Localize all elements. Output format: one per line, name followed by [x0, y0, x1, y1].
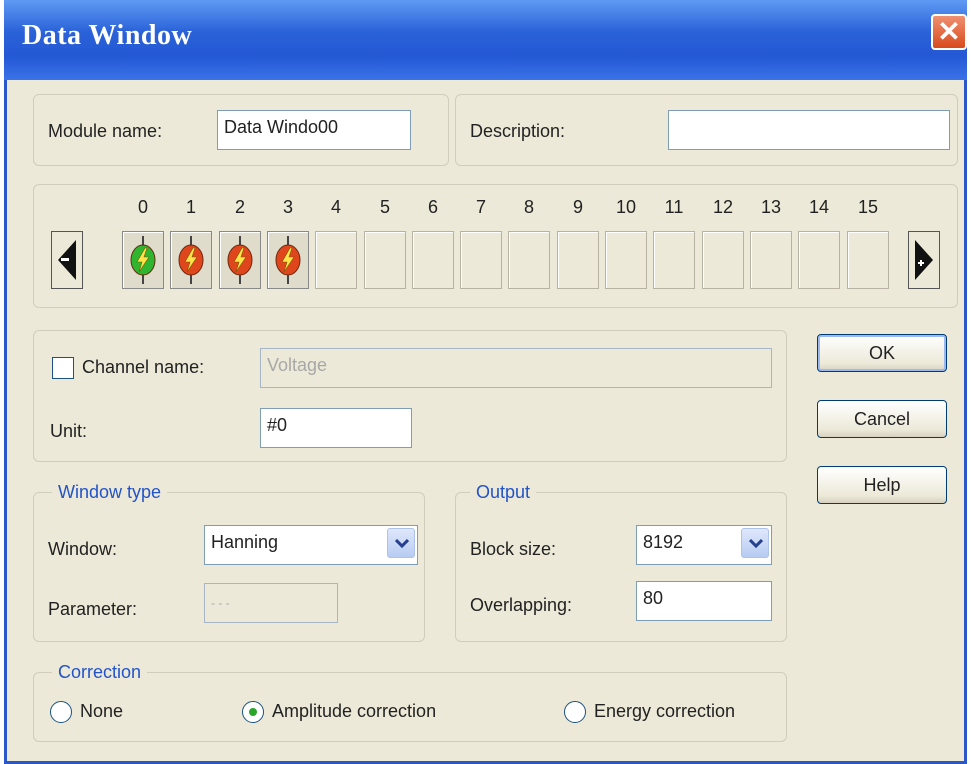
description-group: Description:: [455, 94, 958, 166]
block-size-dropdown-button[interactable]: [741, 528, 769, 558]
correction-legend: Correction: [52, 662, 148, 683]
module-name-group: Module name: Data Windo00: [33, 94, 449, 166]
channel-name-label: Channel name:: [82, 357, 205, 377]
output-group: Output Block size: 8192 Overlapping: 80: [455, 482, 787, 642]
channel-number-label: 14: [808, 197, 830, 217]
channel-slot-7[interactable]: [460, 231, 502, 289]
overlapping-input[interactable]: 80: [636, 581, 772, 621]
correction-energy-radio[interactable]: [564, 701, 586, 723]
unit-label: Unit:: [50, 421, 88, 441]
channel-slot-8[interactable]: [508, 231, 550, 289]
channel-slot-9[interactable]: [557, 231, 599, 289]
description-input[interactable]: [668, 110, 950, 150]
correction-energy-label: Energy correction: [594, 701, 736, 721]
window-type-legend: Window type: [52, 482, 168, 503]
channel-slot-14[interactable]: [798, 231, 840, 289]
channel-slot-2[interactable]: [219, 231, 261, 289]
channel-name-checkbox[interactable]: [52, 357, 74, 379]
channel-number-label: 9: [572, 197, 583, 217]
window-title: Data Window: [22, 20, 193, 51]
channel-name-input[interactable]: Voltage: [260, 348, 772, 388]
scroll-left-button[interactable]: [51, 231, 83, 289]
correction-none-label: None: [80, 701, 124, 721]
channel-slot-13[interactable]: [750, 231, 792, 289]
channel-slot-11[interactable]: [653, 231, 695, 289]
channel-slot-5[interactable]: [364, 231, 406, 289]
correction-amplitude-label: Amplitude correction: [272, 701, 437, 721]
channel-slot-12[interactable]: [702, 231, 744, 289]
channel-number-label: 6: [427, 197, 438, 217]
parameter-label: Parameter:: [48, 599, 138, 619]
chevron-down-icon: [395, 539, 409, 549]
window-select-value: Hanning: [211, 532, 279, 552]
window-label: Window:: [48, 539, 118, 559]
channel-slot-3[interactable]: [267, 231, 309, 289]
radio-selected-dot: [249, 708, 257, 716]
window-type-group: Window type Window: Hanning Parameter: -…: [33, 482, 425, 642]
channel-number-label: 11: [664, 197, 684, 217]
chevron-down-icon: [749, 539, 763, 549]
data-window-dialog: Data Window ✕ Module name: Data Windo00 …: [4, 0, 967, 764]
channel-strip-group: 0 1 2 3 4 5 6 7 8 9 10 11 12 13 14 15: [33, 184, 958, 308]
channel-slot-10[interactable]: [605, 231, 647, 289]
lightning-bolt-icon: [178, 236, 204, 284]
output-legend: Output: [470, 482, 537, 503]
channel-number-label: 5: [379, 197, 390, 217]
correction-none-radio[interactable]: [50, 701, 72, 723]
lightning-bolt-icon: [130, 236, 156, 284]
lightning-bolt-icon: [227, 236, 253, 284]
ok-button[interactable]: OK: [817, 334, 947, 372]
channel-number-label: 8: [523, 197, 534, 217]
unit-input[interactable]: #0: [260, 408, 412, 448]
channel-number-label: 3: [282, 197, 293, 217]
channel-slot-6[interactable]: [412, 231, 454, 289]
channel-number-label: 0: [137, 197, 148, 217]
correction-amplitude-radio[interactable]: [242, 701, 264, 723]
block-size-label: Block size:: [470, 539, 557, 559]
arrow-right-icon: [915, 240, 933, 280]
block-size-select[interactable]: 8192: [636, 525, 772, 565]
window-select[interactable]: Hanning: [204, 525, 418, 565]
parameter-input[interactable]: - - -: [204, 583, 338, 623]
description-label: Description:: [470, 121, 566, 141]
overlapping-label: Overlapping:: [470, 595, 573, 615]
channel-slot-1[interactable]: [170, 231, 212, 289]
channel-number-label: 1: [185, 197, 196, 217]
close-button[interactable]: ✕: [931, 14, 967, 50]
channel-number-label: 4: [330, 197, 341, 217]
module-name-label: Module name:: [48, 121, 163, 141]
correction-group: Correction None Amplitude correction Ene…: [33, 662, 787, 742]
channel-number-label: 7: [475, 197, 486, 217]
module-name-input[interactable]: Data Windo00: [217, 110, 411, 150]
channel-settings-group: Channel name: Voltage Unit: #0: [33, 330, 787, 462]
arrow-left-icon: [58, 240, 76, 280]
channel-number-label: 13: [760, 197, 782, 217]
block-size-value: 8192: [643, 532, 684, 552]
title-bar[interactable]: Data Window ✕: [4, 0, 967, 80]
channel-number-label: 10: [615, 197, 637, 217]
channel-number-label: 12: [712, 197, 734, 217]
scroll-right-button[interactable]: [908, 231, 940, 289]
channel-slot-0[interactable]: [122, 231, 164, 289]
channel-number-label: 2: [234, 197, 245, 217]
channel-number-label: 15: [857, 197, 879, 217]
window-dropdown-button[interactable]: [387, 528, 415, 558]
help-button[interactable]: Help: [817, 466, 947, 504]
channel-slot-15[interactable]: [847, 231, 889, 289]
cancel-button[interactable]: Cancel: [817, 400, 947, 438]
lightning-bolt-icon: [275, 236, 301, 284]
channel-slot-4[interactable]: [315, 231, 357, 289]
close-icon: ✕: [937, 16, 961, 47]
